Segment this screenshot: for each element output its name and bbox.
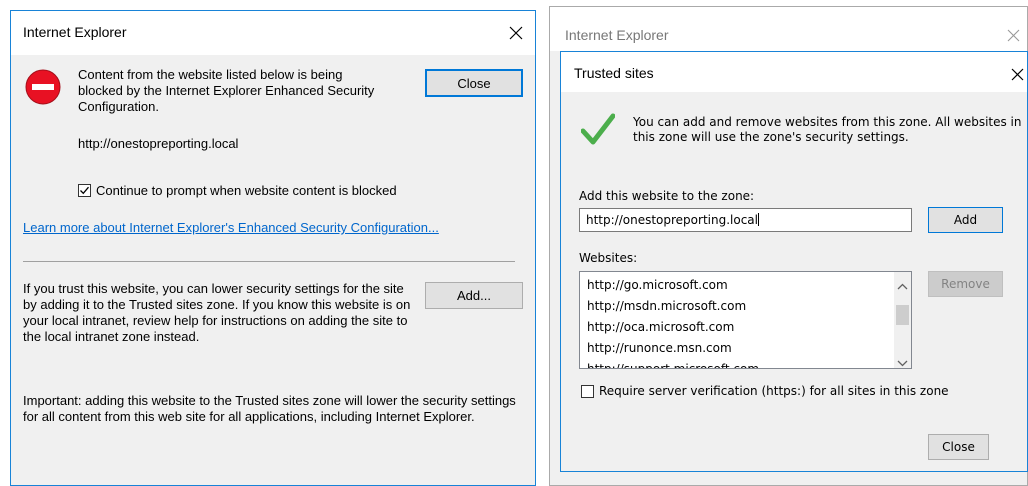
add-site-button[interactable]: Add bbox=[928, 207, 1003, 233]
continue-prompt-label[interactable]: Continue to prompt when website content … bbox=[96, 183, 397, 199]
remove-button[interactable]: Remove bbox=[928, 271, 1003, 297]
ie-dialog-close-icon[interactable] bbox=[501, 18, 531, 48]
list-item[interactable]: http://go.microsoft.com bbox=[580, 275, 911, 296]
ie-security-dialog: Internet Explorer Content from the websi… bbox=[10, 10, 536, 486]
scroll-down-icon[interactable] bbox=[897, 355, 908, 368]
scroll-up-icon[interactable] bbox=[897, 278, 908, 293]
trusted-sites-titlebar: Trusted sites bbox=[561, 52, 1027, 92]
list-item[interactable]: http://support.microsoft.com bbox=[580, 359, 911, 368]
important-warning: Important: adding this website to the Tr… bbox=[23, 393, 516, 424]
continue-prompt-checkbox[interactable] bbox=[78, 184, 91, 197]
list-item[interactable]: http://runonce.msn.com bbox=[580, 338, 911, 359]
list-item[interactable]: http://msdn.microsoft.com bbox=[580, 296, 911, 317]
ie-background-titlebar: Internet Explorer bbox=[550, 7, 1027, 51]
text-cursor bbox=[758, 213, 759, 226]
require-verification-label[interactable]: Require server verification (https:) for… bbox=[599, 384, 949, 398]
ie-dialog-titlebar: Internet Explorer bbox=[11, 11, 535, 55]
trusted-info-text: You can add and remove websites from thi… bbox=[633, 115, 1022, 144]
learn-more-link[interactable]: Learn more about Internet Explorer's Enh… bbox=[23, 220, 439, 236]
checkmark-icon bbox=[580, 112, 616, 149]
separator bbox=[23, 261, 515, 262]
add-website-label: Add this website to the zone: bbox=[579, 189, 755, 203]
trusted-sites-dialog: Trusted sites You can add and remove web… bbox=[560, 51, 1028, 472]
require-verification-checkbox[interactable] bbox=[581, 385, 594, 398]
trusted-close-button[interactable]: Close bbox=[928, 434, 989, 460]
add-button[interactable]: Add... bbox=[425, 282, 523, 309]
websites-scrollbar[interactable] bbox=[894, 272, 911, 368]
ie-background-title: Internet Explorer bbox=[565, 27, 669, 43]
blocked-url: http://onestopreporting.local bbox=[78, 136, 239, 151]
ie-dialog-title: Internet Explorer bbox=[23, 24, 127, 40]
error-stop-icon bbox=[25, 69, 61, 108]
trust-instructions: If you trust this website, you can lower… bbox=[23, 281, 411, 344]
scroll-thumb[interactable] bbox=[896, 305, 909, 325]
blocked-message: Content from the website listed below is… bbox=[78, 67, 375, 114]
websites-listbox[interactable]: http://go.microsoft.com http://msdn.micr… bbox=[579, 271, 912, 369]
add-website-value: http://onestopreporting.local bbox=[586, 213, 758, 227]
ie-background-close-icon[interactable] bbox=[998, 20, 1028, 50]
trusted-sites-close-icon[interactable] bbox=[1002, 59, 1028, 89]
list-item[interactable]: http://oca.microsoft.com bbox=[580, 317, 911, 338]
websites-label: Websites: bbox=[579, 251, 638, 265]
add-website-input[interactable]: http://onestopreporting.local bbox=[579, 208, 912, 232]
close-button[interactable]: Close bbox=[425, 69, 523, 97]
trusted-sites-title: Trusted sites bbox=[574, 65, 654, 81]
